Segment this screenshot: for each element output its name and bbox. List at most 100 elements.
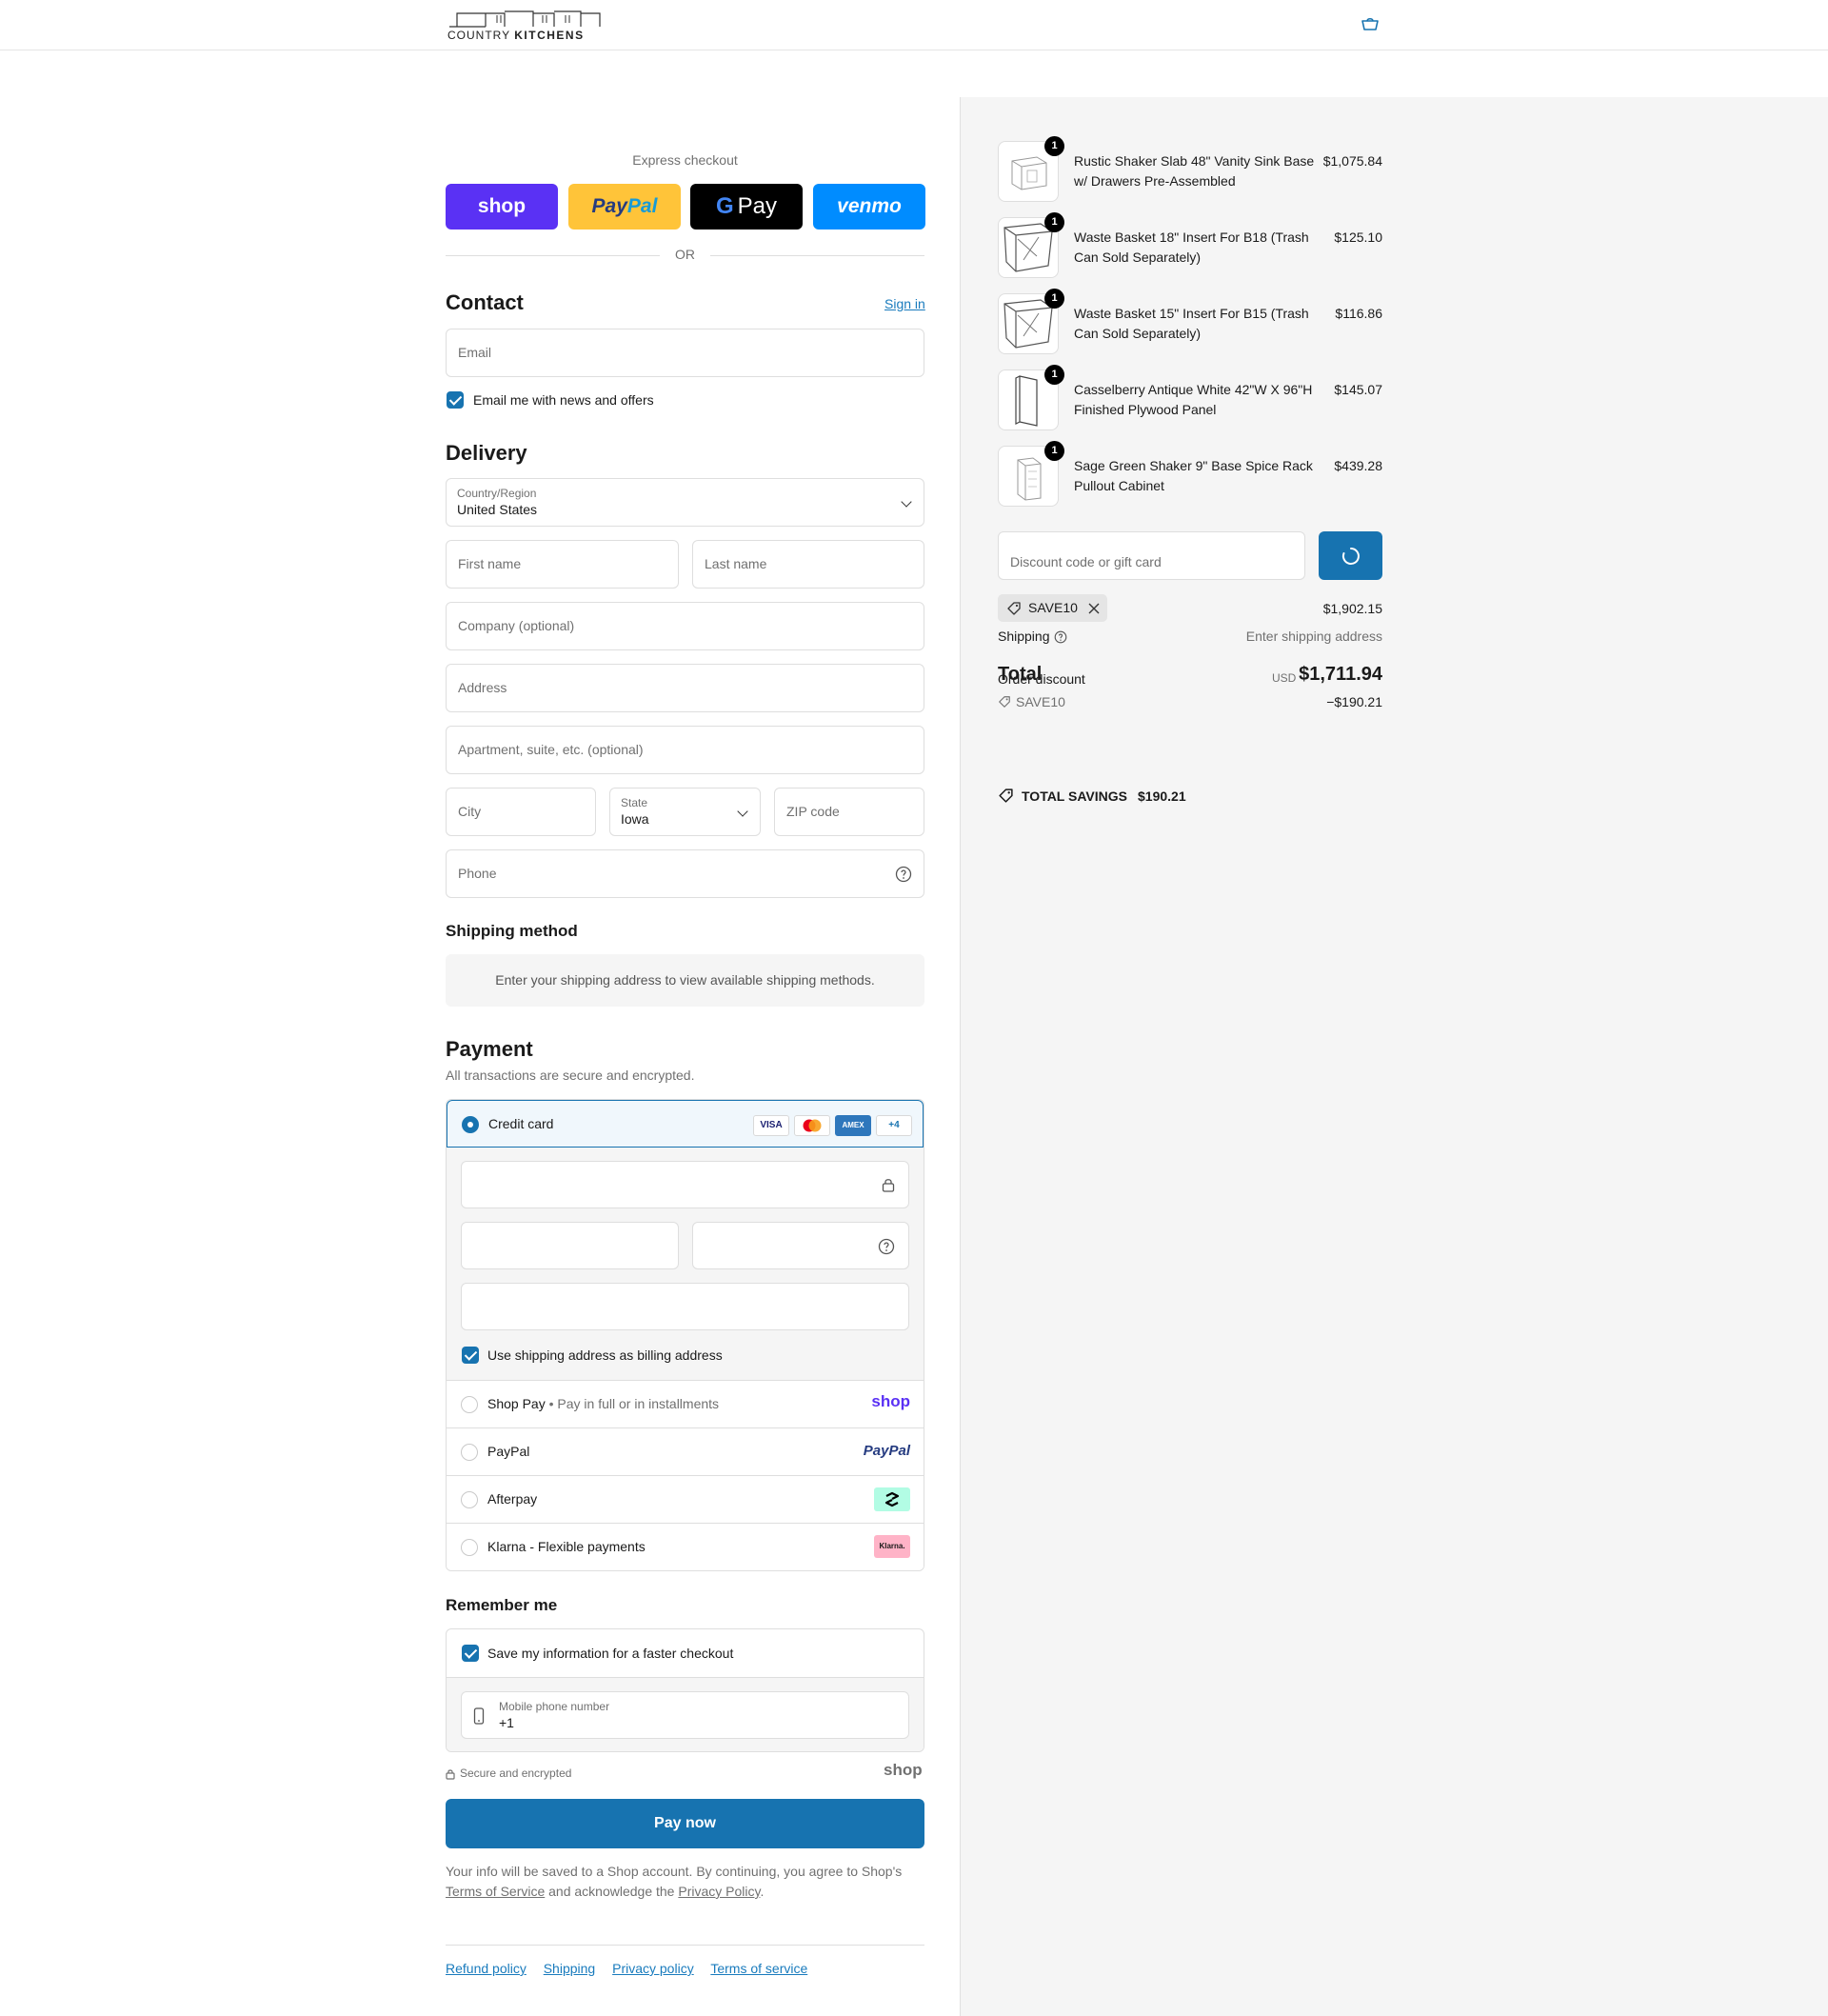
apply-discount-button[interactable] xyxy=(1319,531,1382,580)
save-info-checkbox[interactable] xyxy=(462,1645,479,1662)
email-field[interactable]: Email xyxy=(446,329,924,377)
discount-value: −$190.21 xyxy=(1326,694,1382,709)
apartment-placeholder: Apartment, suite, etc. (optional) xyxy=(458,742,644,757)
delivery-heading: Delivery xyxy=(446,441,527,465)
name-on-card-field[interactable] xyxy=(461,1283,909,1330)
shop-pay-express-button[interactable]: shop xyxy=(446,184,558,230)
payment-subtitle: All transactions are secure and encrypte… xyxy=(446,1068,695,1083)
sign-in-link[interactable]: Sign in xyxy=(884,296,925,311)
product-name: Waste Basket 15" Insert For B15 (Trash C… xyxy=(1074,306,1309,341)
header: COUNTRY KITCHENS xyxy=(0,0,1828,50)
address-field[interactable]: Address xyxy=(446,664,924,712)
remember-me-body: Mobile phone number +1 xyxy=(447,1677,924,1751)
shop-pay-sublabel: Pay in full or in installments xyxy=(557,1396,720,1411)
more-cards-badge: +4 xyxy=(876,1115,912,1136)
refund-policy-link[interactable]: Refund policy xyxy=(446,1961,527,1976)
country-select[interactable]: Country/Region United States xyxy=(446,478,924,527)
pay-now-button[interactable]: Pay now xyxy=(446,1799,924,1848)
chevron-down-icon xyxy=(737,806,748,817)
zip-field[interactable]: ZIP code xyxy=(774,788,924,836)
order-discount-label: Order discount xyxy=(998,671,1085,687)
mobile-phone-field[interactable]: Mobile phone number +1 xyxy=(461,1691,909,1739)
country-label: Country/Region xyxy=(457,487,537,500)
total-value: $1,711.94 xyxy=(1299,664,1382,685)
product-price: $439.28 xyxy=(1334,458,1382,473)
terms-of-service-link[interactable]: Terms of Service xyxy=(446,1884,545,1899)
store-logo[interactable]: COUNTRY KITCHENS xyxy=(447,10,625,42)
first-name-placeholder: First name xyxy=(458,556,522,571)
security-code-field[interactable] xyxy=(692,1222,909,1269)
total-savings-value: $190.21 xyxy=(1138,788,1186,804)
footer-divider xyxy=(446,1945,924,1946)
remember-me-heading: Remember me xyxy=(446,1596,558,1614)
city-field[interactable]: City xyxy=(446,788,596,836)
or-divider: OR xyxy=(446,247,924,264)
klarna-logo: Klarna. xyxy=(874,1535,910,1558)
google-pay-express-button[interactable]: G Pay xyxy=(690,184,803,230)
bag-icon xyxy=(1361,17,1379,30)
afterpay-radio[interactable] xyxy=(461,1491,478,1508)
help-circle-icon[interactable] xyxy=(895,866,912,883)
close-icon[interactable] xyxy=(1087,602,1101,615)
company-placeholder: Company (optional) xyxy=(458,618,575,633)
product-price: $125.10 xyxy=(1334,230,1382,245)
venmo-express-button[interactable]: venmo xyxy=(813,184,925,230)
terms-of-service-footer-link[interactable]: Terms of service xyxy=(710,1961,807,1976)
last-name-field[interactable]: Last name xyxy=(692,540,924,589)
paypal-radio[interactable] xyxy=(461,1444,478,1461)
discount-code-input[interactable]: Discount code or gift card xyxy=(998,531,1305,580)
apartment-field[interactable]: Apartment, suite, etc. (optional) xyxy=(446,726,924,774)
newsletter-checkbox[interactable] xyxy=(447,391,464,409)
credit-card-option[interactable]: Credit card VISA AMEX +4 xyxy=(447,1100,924,1148)
shipping-policy-link[interactable]: Shipping xyxy=(544,1961,596,1976)
quantity-badge: 1 xyxy=(1044,441,1064,461)
loading-spinner-icon xyxy=(1341,548,1360,565)
mobile-phone-label: Mobile phone number xyxy=(499,1700,610,1713)
amex-icon: AMEX xyxy=(835,1115,871,1136)
mastercard-icon xyxy=(794,1115,830,1136)
privacy-policy-link[interactable]: Privacy Policy xyxy=(678,1884,760,1899)
visa-icon: VISA xyxy=(753,1115,789,1136)
klarna-option[interactable]: Klarna - Flexible payments Klarna. xyxy=(447,1523,924,1570)
privacy-policy-footer-link[interactable]: Privacy policy xyxy=(612,1961,694,1976)
payment-heading: Payment xyxy=(446,1037,533,1061)
help-circle-icon[interactable] xyxy=(878,1238,895,1255)
lock-icon xyxy=(882,1179,895,1192)
first-name-field[interactable]: First name xyxy=(446,540,679,589)
credit-card-radio[interactable] xyxy=(462,1116,479,1133)
product-price: $116.86 xyxy=(1335,306,1382,321)
tag-icon xyxy=(999,788,1013,803)
currency-label: USD xyxy=(1272,671,1297,685)
tag-icon xyxy=(999,696,1010,708)
state-label: State xyxy=(621,796,648,809)
mobile-phone-icon xyxy=(473,1707,485,1725)
quantity-badge: 1 xyxy=(1044,212,1064,232)
paypal-option[interactable]: PayPal PayPal xyxy=(447,1427,924,1475)
state-select[interactable]: State Iowa xyxy=(609,788,761,836)
cart-button[interactable] xyxy=(1360,15,1382,34)
klarna-label: Klarna - Flexible payments xyxy=(487,1539,646,1554)
city-placeholder: City xyxy=(458,804,482,819)
logo-text: COUNTRY KITCHENS xyxy=(447,29,585,42)
paypal-label: PayPal xyxy=(487,1444,530,1459)
shop-pay-radio[interactable] xyxy=(461,1396,478,1413)
product-name: Sage Green Shaker 9" Base Spice Rack Pul… xyxy=(1074,458,1313,493)
phone-field[interactable]: Phone xyxy=(446,849,924,898)
shipping-label: Shipping xyxy=(998,629,1050,644)
product-price: $145.07 xyxy=(1334,382,1382,397)
company-field[interactable]: Company (optional) xyxy=(446,602,924,650)
lock-icon xyxy=(446,1769,455,1780)
afterpay-arrows-icon xyxy=(884,1491,900,1507)
afterpay-option[interactable]: Afterpay xyxy=(447,1475,924,1523)
payment-methods: Credit card VISA AMEX +4 Use shipping ad… xyxy=(446,1099,924,1571)
footer-links: Refund policy Shipping Privacy policy Te… xyxy=(446,1961,821,1976)
help-circle-icon[interactable] xyxy=(1054,630,1067,644)
chevron-down-icon xyxy=(901,496,912,508)
klarna-radio[interactable] xyxy=(461,1539,478,1556)
card-number-field[interactable] xyxy=(461,1161,909,1208)
billing-address-checkbox[interactable] xyxy=(462,1347,479,1364)
paypal-express-button[interactable]: Pay Pal xyxy=(568,184,681,230)
expiration-date-field[interactable] xyxy=(461,1222,679,1269)
applied-discount-chip: SAVE10 xyxy=(998,594,1107,622)
shop-pay-option[interactable]: Shop Pay • Pay in full or in installment… xyxy=(447,1380,924,1427)
